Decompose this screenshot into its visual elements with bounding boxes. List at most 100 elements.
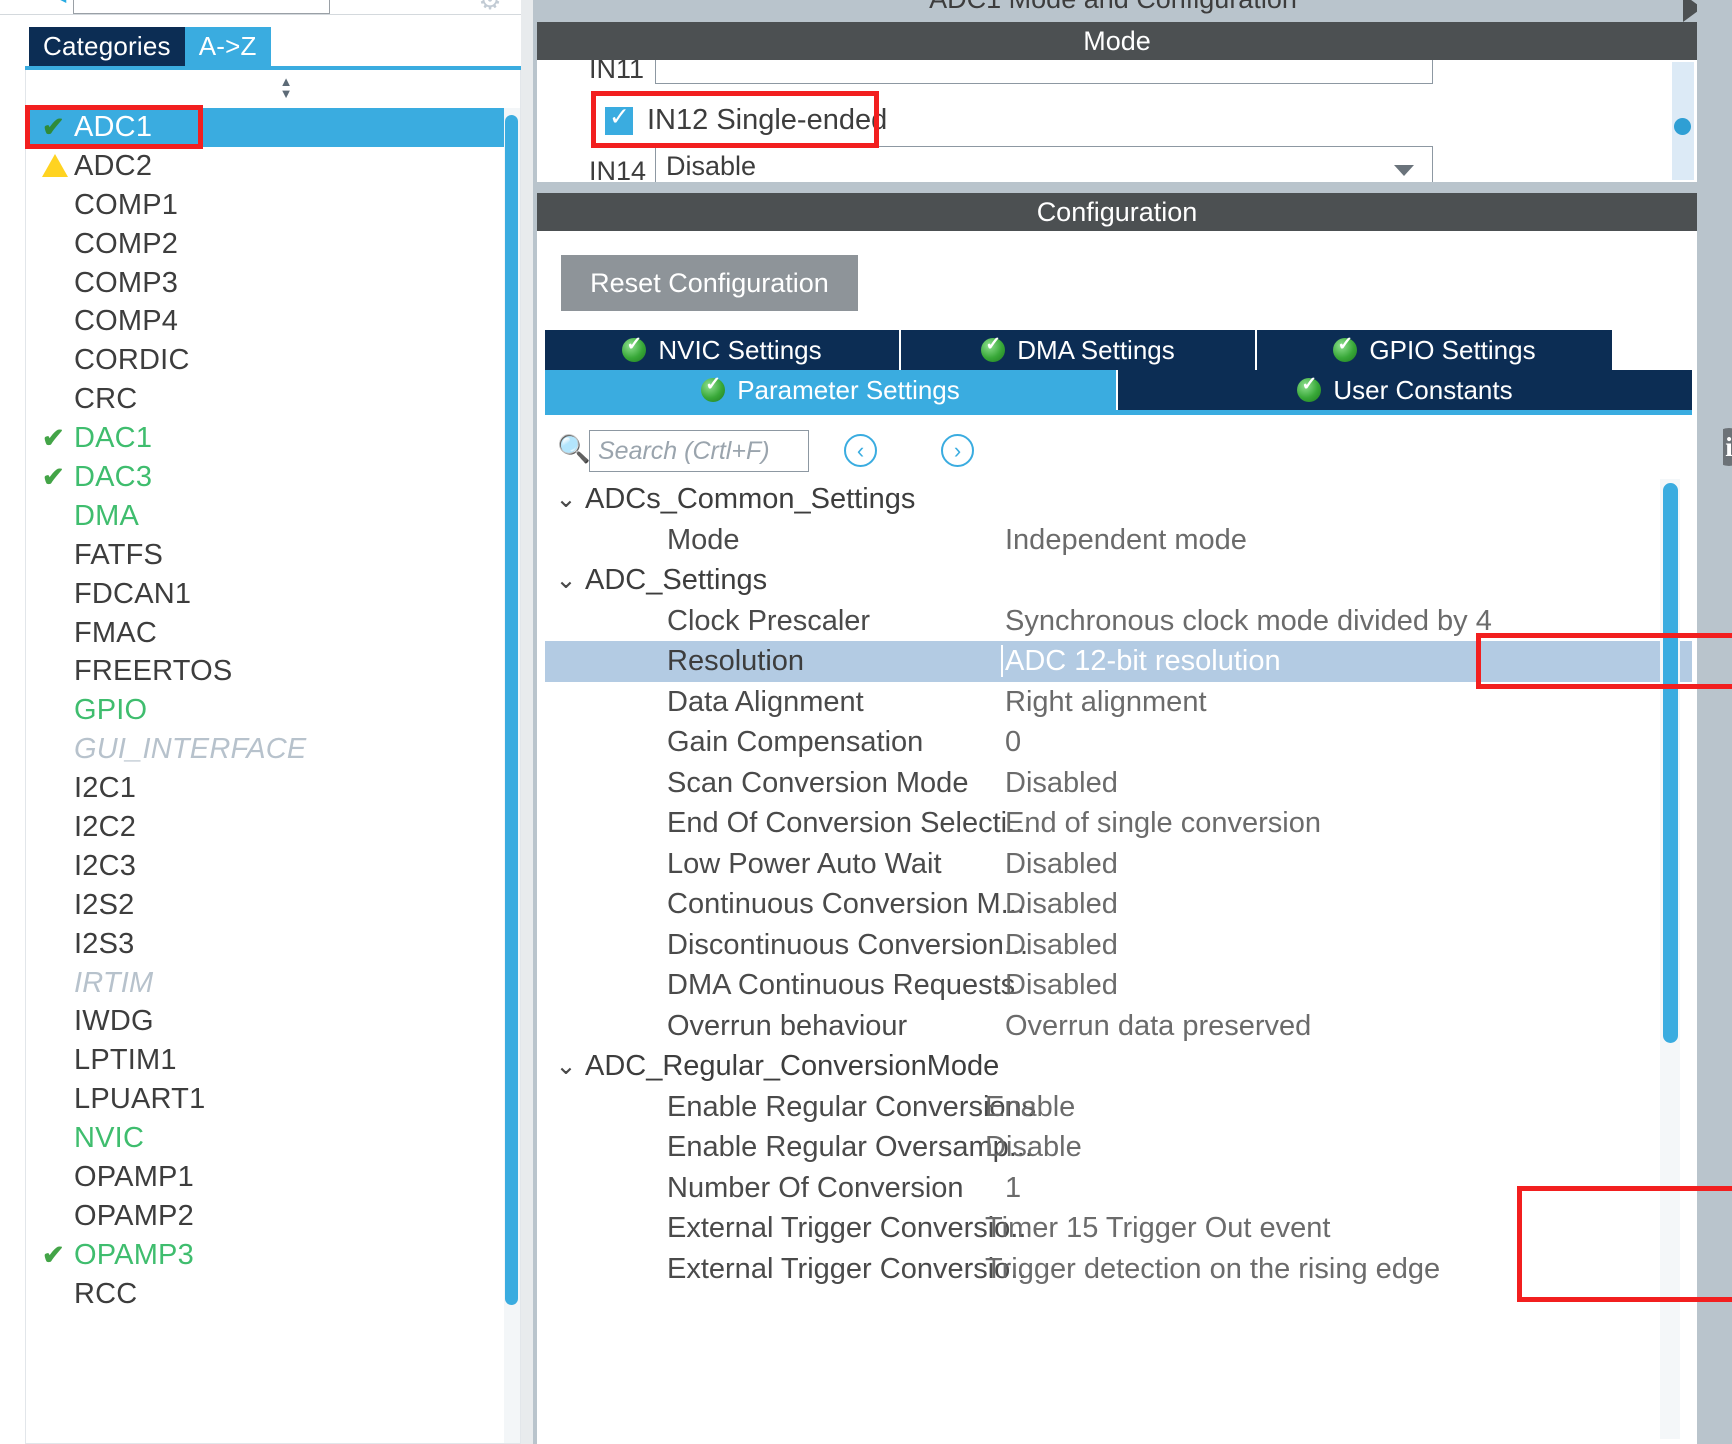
tab-gpio-settings[interactable]: GPIO Settings: [1257, 330, 1612, 370]
no-status-icon: [38, 386, 74, 413]
tree-row[interactable]: Overrun behaviour Overrun data preserved: [545, 1006, 1692, 1047]
tree-row[interactable]: Resolution ADC 12-bit resolution: [545, 641, 1692, 682]
sidebar-item-comp3[interactable]: COMP3: [26, 264, 520, 303]
tree-row[interactable]: Gain Compensation 0: [545, 722, 1692, 763]
tree-row-value[interactable]: 0: [1005, 722, 1021, 762]
tab-dma-settings[interactable]: DMA Settings: [901, 330, 1257, 370]
sidebar-item-lpuart1[interactable]: LPUART1: [26, 1080, 520, 1119]
sidebar-item-rcc[interactable]: RCC: [26, 1275, 520, 1314]
tree-row-value[interactable]: Disabled: [1005, 965, 1118, 1005]
sort-control[interactable]: ▲ ▼: [26, 70, 520, 108]
sidebar-item-i2s2[interactable]: I2S2: [26, 886, 520, 925]
tree-row[interactable]: Continuous Conversion M... Disabled: [545, 884, 1692, 925]
tree-row[interactable]: Data Alignment Right alignment: [545, 682, 1692, 723]
sidebar-item-iwdg[interactable]: IWDG: [26, 1002, 520, 1041]
no-status-icon: [38, 658, 74, 685]
tab-categories[interactable]: Categories: [29, 27, 185, 66]
no-status-icon: [38, 775, 74, 802]
sidebar-item-adc2[interactable]: ADC2: [26, 147, 520, 186]
tree-row-value[interactable]: ADC 12-bit resolution: [1001, 641, 1281, 681]
tree-row[interactable]: Enable Regular Conversions Enable: [545, 1087, 1692, 1128]
sidebar-item-fdcan1[interactable]: FDCAN1: [26, 575, 520, 614]
sidebar-search-field[interactable]: [73, 0, 330, 14]
sidebar-item-i2c1[interactable]: I2C1: [26, 769, 520, 808]
tree-row[interactable]: Number Of Conversion 1: [545, 1168, 1692, 1209]
sidebar-item-i2s3[interactable]: I2S3: [26, 925, 520, 964]
tree-row-value[interactable]: Disabled: [1005, 925, 1118, 965]
sidebar-item-gpio[interactable]: GPIO: [26, 691, 520, 730]
tab-nvic-settings[interactable]: NVIC Settings: [545, 330, 901, 370]
sidebar-item-dac1[interactable]: ✔ DAC1: [26, 419, 520, 458]
sidebar-item-gui_interface[interactable]: GUI_INTERFACE: [26, 730, 520, 769]
tree-row[interactable]: Enable Regular Oversamp... Disable: [545, 1127, 1692, 1168]
module-list-scrollbar-thumb[interactable]: [505, 115, 518, 1305]
sidebar-item-irtim[interactable]: IRTIM: [26, 964, 520, 1003]
tab-a-to-z[interactable]: A->Z: [184, 27, 271, 66]
sidebar-item-dma[interactable]: DMA: [26, 497, 520, 536]
tree-row-value[interactable]: Disabled: [1005, 763, 1118, 803]
sidebar-item-fmac[interactable]: FMAC: [26, 614, 520, 653]
tree-row-value[interactable]: Disable: [985, 1127, 1082, 1167]
no-status-icon: [38, 620, 74, 647]
tree-row-value[interactable]: End of single conversion: [1005, 803, 1321, 843]
tree-row[interactable]: External Trigger Conversio.. Trigger dete…: [545, 1249, 1692, 1290]
sidebar-item-opamp2[interactable]: OPAMP2: [26, 1197, 520, 1236]
tree-group-adc_regular_conversionmode[interactable]: ⌄ ADC_Regular_ConversionMode: [545, 1046, 1692, 1087]
sidebar-item-dac3[interactable]: ✔ DAC3: [26, 458, 520, 497]
tree-row-value[interactable]: Enable: [985, 1087, 1075, 1127]
chevron-right-circle-icon[interactable]: ›: [941, 434, 974, 467]
sidebar-item-i2c3[interactable]: I2C3: [26, 847, 520, 886]
sidebar-item-comp2[interactable]: COMP2: [26, 225, 520, 264]
tree-row[interactable]: Low Power Auto Wait Disabled: [545, 844, 1692, 885]
reset-configuration-button[interactable]: Reset Configuration: [561, 255, 858, 311]
tree-row[interactable]: Discontinuous Conversion... Disabled: [545, 925, 1692, 966]
tree-group-adc_settings[interactable]: ⌄ ADC_Settings: [545, 560, 1692, 601]
sidebar-item-opamp3[interactable]: ✔ OPAMP3: [26, 1236, 520, 1275]
tree-row[interactable]: End Of Conversion Selecti... End of singl…: [545, 803, 1692, 844]
sidebar-item-lptim1[interactable]: LPTIM1: [26, 1041, 520, 1080]
tree-row[interactable]: Mode Independent mode: [545, 520, 1692, 561]
mode-partial-combo[interactable]: [655, 60, 1433, 84]
chevron-down-icon[interactable]: ⌄: [553, 484, 579, 514]
chevron-left-circle-icon[interactable]: ‹: [844, 434, 877, 467]
in12-checkbox[interactable]: [605, 103, 633, 135]
tree-row-value[interactable]: Independent mode: [1005, 520, 1247, 560]
sidebar-item-freertos[interactable]: FREERTOS: [26, 652, 520, 691]
gear-icon[interactable]: ⚙: [476, 0, 504, 14]
sidebar-item-i2c2[interactable]: I2C2: [26, 808, 520, 847]
sidebar-item-nvic[interactable]: NVIC: [26, 1119, 520, 1158]
tree-row-value[interactable]: Overrun data preserved: [1005, 1006, 1311, 1046]
tree-row-value[interactable]: Disabled: [1005, 844, 1118, 884]
mode-scrollbar-thumb[interactable]: [1674, 118, 1691, 135]
tree-row-value[interactable]: Trigger detection on the rising edge: [985, 1249, 1440, 1289]
sidebar-item-fatfs[interactable]: FATFS: [26, 536, 520, 575]
right-panel-scrollbar-track[interactable]: [1697, 0, 1723, 1444]
sidebar-item-crc[interactable]: CRC: [26, 380, 520, 419]
tree-row-value[interactable]: 1: [1005, 1168, 1021, 1208]
tree-row[interactable]: DMA Continuous Requests Disabled: [545, 965, 1692, 1006]
sidebar-item-comp4[interactable]: COMP4: [26, 302, 520, 341]
no-status-icon: [38, 1125, 74, 1152]
tree-row-value[interactable]: Timer 15 Trigger Out event: [985, 1208, 1330, 1248]
sidebar-item-adc1[interactable]: ✔ ADC1: [26, 108, 520, 147]
sidebar-item-cordic[interactable]: CORDIC: [26, 341, 520, 380]
in12-checkbox-row[interactable]: IN12 Single-ended: [605, 103, 887, 137]
tree-row-value[interactable]: Right alignment: [1005, 682, 1207, 722]
tree-row-value[interactable]: Disabled: [1005, 884, 1118, 924]
tree-row[interactable]: External Trigger Conversio.. Timer 15 Tri…: [545, 1208, 1692, 1249]
tab-parameter-settings[interactable]: Parameter Settings: [545, 370, 1118, 410]
tree-row[interactable]: Scan Conversion Mode Disabled: [545, 763, 1692, 804]
in14-dropdown[interactable]: Disable: [655, 146, 1433, 182]
sidebar-item-opamp1[interactable]: OPAMP1: [26, 1158, 520, 1197]
tree-group-adcs_common_settings[interactable]: ⌄ ADCs_Common_Settings: [545, 479, 1692, 520]
parameter-tree-scrollbar-thumb[interactable]: [1663, 483, 1678, 1043]
tab-user-constants[interactable]: User Constants: [1118, 370, 1692, 410]
tree-row-value[interactable]: Synchronous clock mode divided by 4: [1005, 601, 1492, 641]
chevron-down-icon[interactable]: ⌄: [553, 1051, 579, 1081]
tree-row[interactable]: Clock Prescaler Synchronous clock mode di…: [545, 601, 1692, 642]
search-input[interactable]: [589, 430, 809, 472]
expand-arrow-icon[interactable]: ◀: [54, 0, 70, 5]
sidebar-item-comp1[interactable]: COMP1: [26, 186, 520, 225]
peripheral-sidebar: ◀ ⚙ Categories A->Z ▲▼ ✔ ADC1 ADC2 COMP1 C…: [0, 0, 521, 1444]
chevron-down-icon[interactable]: ⌄: [553, 565, 579, 595]
